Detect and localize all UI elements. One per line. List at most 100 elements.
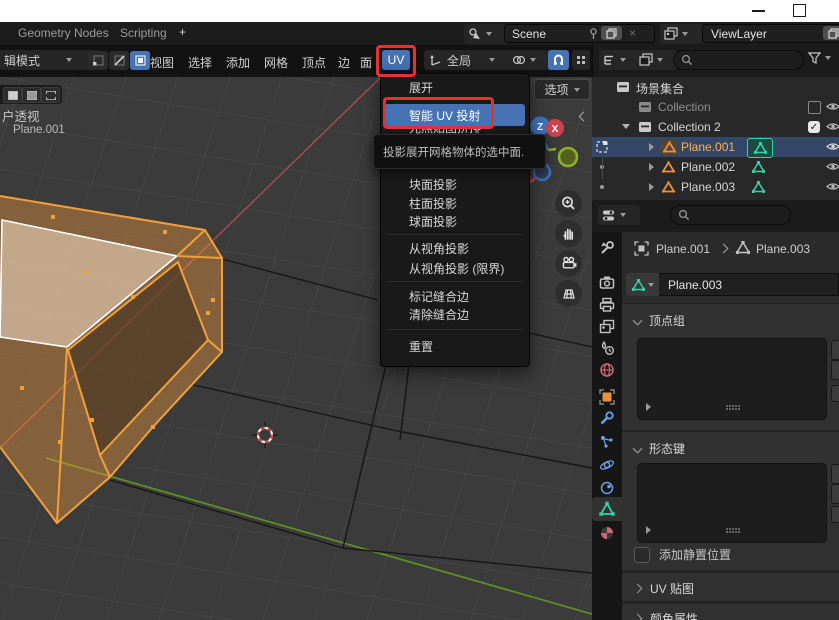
gizmo-y[interactable]: [559, 148, 577, 166]
unlink-scene-button[interactable]: ×: [629, 26, 636, 40]
proportional-edit-icon: [576, 55, 586, 65]
tab-particles[interactable]: [599, 434, 615, 450]
tab-scripting[interactable]: Scripting: [120, 26, 167, 40]
scene-name-field[interactable]: Scene ×: [504, 24, 655, 43]
pivot-dropdown[interactable]: [508, 50, 550, 70]
mesh-name-input[interactable]: Plane.003: [659, 273, 839, 296]
tab-geometry-nodes[interactable]: Geometry Nodes: [18, 26, 109, 40]
select-subtract-button[interactable]: [41, 87, 60, 103]
viewlayer-type-dropdown[interactable]: [660, 24, 706, 44]
zoom-button[interactable]: [555, 190, 582, 217]
remove-shape-key-button[interactable]: [831, 484, 839, 504]
remove-vertex-group-button[interactable]: [831, 360, 839, 380]
outliner-row-plane003[interactable]: Plane.003: [592, 177, 839, 197]
breadcrumb-object[interactable]: Plane.001: [656, 242, 710, 256]
add-vertex-group-button[interactable]: [831, 340, 839, 360]
select-extend-button[interactable]: [22, 87, 41, 103]
menu-vertex[interactable]: 顶点: [302, 54, 326, 71]
disclosure-collapsed-icon[interactable]: [649, 163, 654, 171]
tab-tool[interactable]: [599, 240, 615, 256]
tab-material[interactable]: [599, 525, 615, 541]
camera-view-button[interactable]: [555, 250, 582, 277]
outliner-display-mode-dropdown[interactable]: [599, 50, 639, 70]
minimize-icon[interactable]: [752, 10, 765, 12]
new-scene-button[interactable]: [601, 26, 622, 40]
exclude-checkbox-unchecked[interactable]: [808, 101, 821, 114]
menu-item-unwrap[interactable]: 展开: [385, 76, 525, 98]
menu-face[interactable]: 面: [360, 54, 372, 71]
tab-output[interactable]: [599, 297, 615, 313]
resize-grip-icon[interactable]: [726, 405, 741, 411]
vertex-select-button[interactable]: [88, 51, 108, 70]
properties-editor-dropdown[interactable]: [598, 205, 640, 225]
mesh-data-icon[interactable]: [752, 181, 765, 193]
vertex-group-specials-button[interactable]: [831, 385, 839, 402]
outliner-search-input[interactable]: [673, 50, 804, 70]
outliner-row-plane002[interactable]: Plane.002: [592, 157, 839, 177]
rest-position-checkbox[interactable]: [634, 547, 650, 563]
viewlayer-name-field[interactable]: ViewLayer: [702, 24, 839, 43]
face-select-button[interactable]: [130, 51, 150, 70]
vertex-groups-header[interactable]: 顶点组: [634, 312, 685, 329]
mesh-data-icon[interactable]: [752, 161, 765, 173]
maximize-icon[interactable]: [793, 4, 806, 17]
vertex-groups-list[interactable]: [637, 338, 827, 420]
menu-item-reset[interactable]: 重置: [385, 335, 525, 357]
shape-keys-list[interactable]: [637, 463, 827, 543]
ortho-toggle-button[interactable]: [555, 280, 582, 307]
tab-world[interactable]: [599, 362, 615, 378]
mesh-data-chip-active[interactable]: [747, 138, 773, 158]
edge-select-button[interactable]: [109, 51, 129, 70]
mesh-data-browse-button[interactable]: [626, 273, 659, 296]
disclosure-expanded-icon[interactable]: [622, 124, 630, 129]
properties-search-input[interactable]: [670, 205, 791, 225]
menu-item-sphere-projection[interactable]: 球面投影: [385, 210, 525, 232]
add-shape-key-button[interactable]: [831, 464, 839, 484]
list-expand-icon[interactable]: [646, 526, 651, 534]
menu-edge[interactable]: 边: [338, 54, 350, 71]
outliner-row-plane001[interactable]: Plane.001: [592, 137, 839, 157]
new-viewlayer-button[interactable]: [823, 26, 839, 40]
exclude-checkbox-checked[interactable]: ✓: [808, 121, 820, 133]
tab-object[interactable]: [599, 389, 615, 405]
tab-view-layer[interactable]: [599, 319, 615, 335]
options-button[interactable]: 选项: [534, 79, 590, 100]
list-expand-icon[interactable]: [646, 403, 651, 411]
tab-constraints[interactable]: [599, 480, 615, 496]
outliner-filter-button[interactable]: [808, 52, 831, 64]
select-new-button[interactable]: [3, 87, 22, 103]
snap-toggle[interactable]: [548, 50, 569, 70]
proportional-edit-toggle[interactable]: [572, 50, 590, 70]
tab-render[interactable]: [599, 275, 615, 291]
orientation-dropdown[interactable]: 全局: [424, 50, 512, 70]
outliner-filter-dropdown[interactable]: [635, 50, 677, 70]
row-label: Collection 2: [658, 120, 721, 134]
tab-physics[interactable]: [599, 457, 615, 473]
menu-item-clear-seam[interactable]: 清除缝合边: [385, 303, 525, 325]
disclosure-collapsed-icon[interactable]: [649, 183, 654, 191]
menu-select[interactable]: 选择: [188, 54, 212, 71]
outliner-row-collection2[interactable]: Collection 2 ✓: [592, 117, 839, 137]
breadcrumb-data[interactable]: Plane.003: [756, 242, 810, 256]
menu-item-project-from-view[interactable]: 从视角投影: [385, 237, 525, 259]
tab-modifiers[interactable]: [599, 410, 615, 426]
tab-object-data[interactable]: [599, 501, 615, 517]
scene-type-dropdown[interactable]: [464, 24, 508, 44]
menu-item-project-from-view-bounds[interactable]: 从视角投影 (限界): [385, 257, 525, 279]
uv-maps-header[interactable]: UV 贴图: [634, 580, 694, 597]
color-attributes-header[interactable]: 颜色属性: [634, 610, 698, 620]
outliner-row-scene-collection[interactable]: 场景集合: [592, 77, 839, 97]
menu-view[interactable]: 视图: [150, 54, 174, 71]
menu-add[interactable]: 添加: [226, 54, 250, 71]
add-workspace-button[interactable]: +: [179, 25, 186, 39]
mode-dropdown[interactable]: 辑模式: [0, 50, 100, 70]
pan-button[interactable]: [555, 220, 582, 247]
disclosure-collapsed-icon[interactable]: [649, 143, 654, 151]
shape-keys-header[interactable]: 形态键: [634, 440, 685, 457]
resize-grip-icon[interactable]: [726, 528, 741, 534]
menu-mesh[interactable]: 网格: [264, 54, 288, 71]
pin-icon[interactable]: [587, 27, 600, 40]
outliner-row-collection[interactable]: Collection: [592, 97, 839, 117]
tab-scene[interactable]: [599, 340, 615, 356]
shape-key-specials-button[interactable]: [831, 506, 839, 523]
